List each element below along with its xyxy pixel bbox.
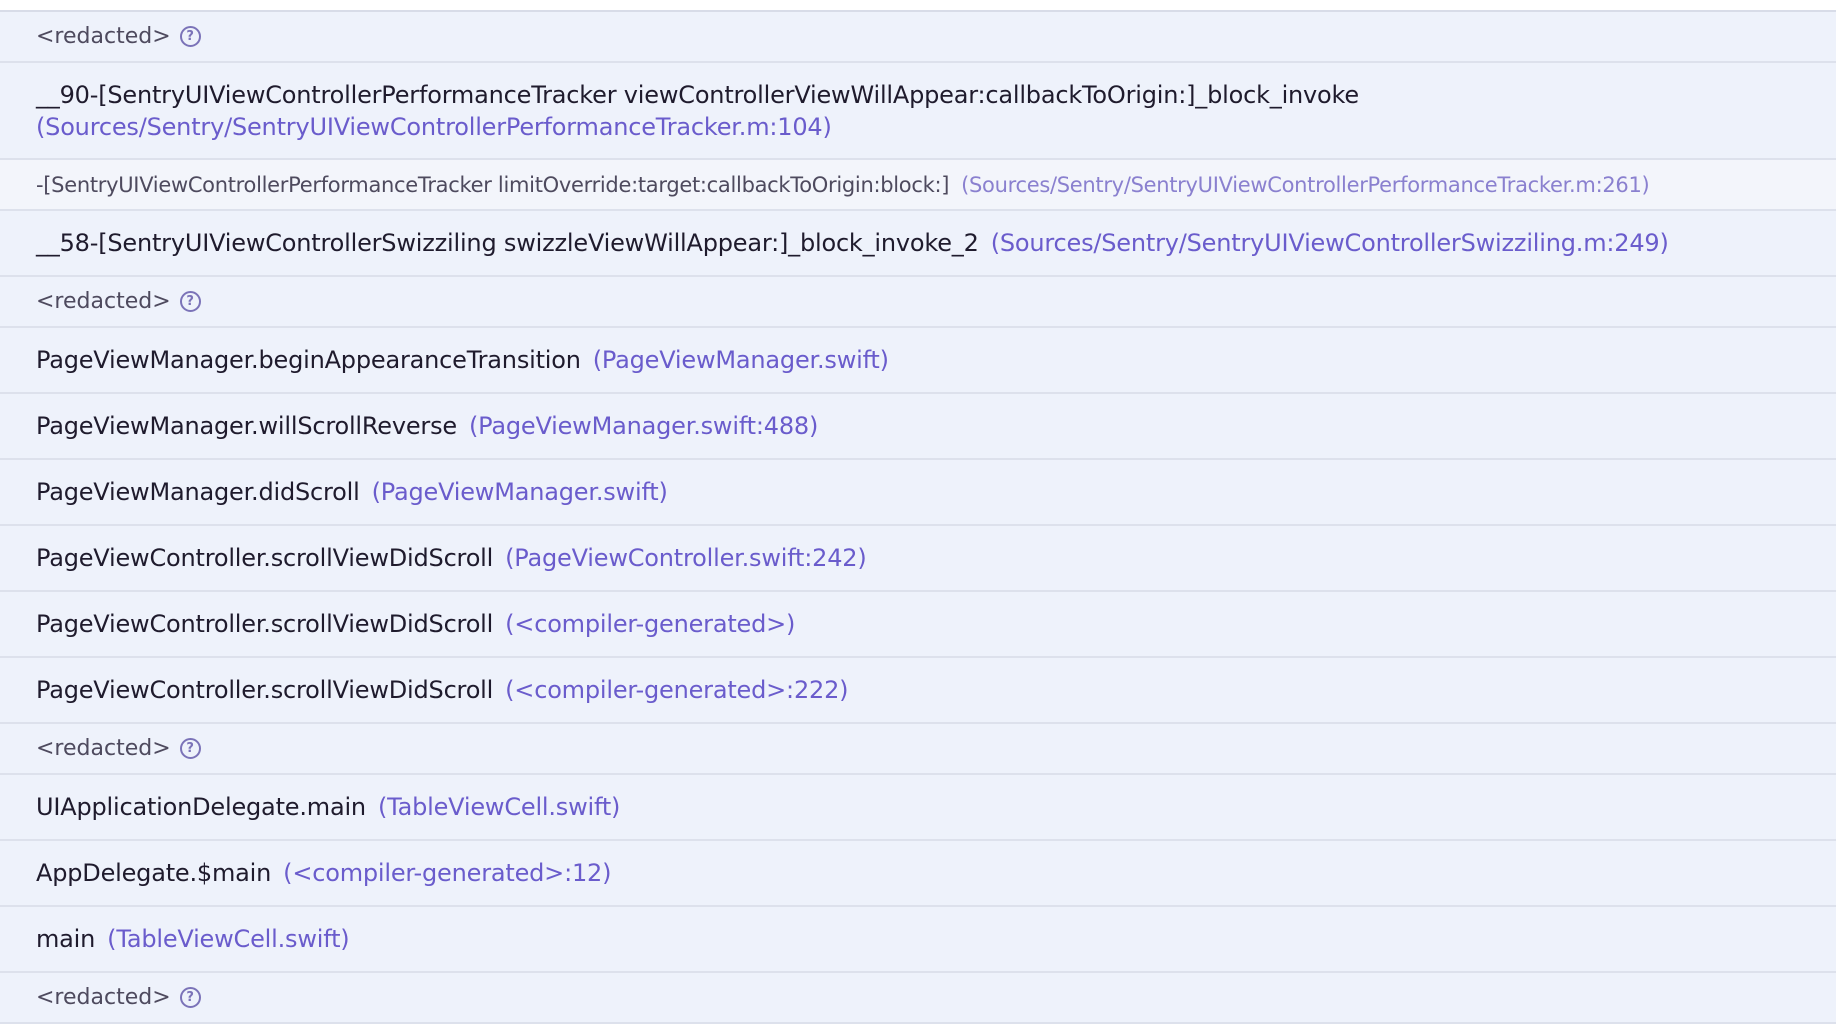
stack-frame[interactable]: PageViewManager.beginAppearanceTransitio… — [0, 328, 1836, 394]
stack-frame[interactable]: PageViewManager.didScroll (PageViewManag… — [0, 460, 1836, 526]
frame-function: main — [36, 925, 96, 953]
help-icon[interactable]: ? — [179, 291, 201, 312]
frame-function: PageViewController.scrollViewDidScroll — [36, 676, 494, 704]
frame-function: AppDelegate.$main — [36, 859, 272, 887]
stack-frame[interactable]: PageViewController.scrollViewDidScroll (… — [0, 592, 1836, 658]
stack-frame-redacted[interactable]: <redacted> ? — [0, 973, 1836, 1024]
help-icon[interactable]: ? — [179, 738, 201, 759]
stack-frame-redacted[interactable]: <redacted> ? — [0, 724, 1836, 775]
stack-frame[interactable]: main (TableViewCell.swift) — [0, 907, 1836, 973]
stack-frame-system[interactable]: -[SentryUIViewControllerPerformanceTrack… — [0, 160, 1836, 211]
stack-frame[interactable]: PageViewController.scrollViewDidScroll (… — [0, 658, 1836, 724]
frame-location: (Sources/Sentry/SentryUIViewControllerSw… — [990, 229, 1669, 257]
stack-trace-frames: <redacted> ? __90-[SentryUIViewControlle… — [0, 10, 1836, 1024]
frame-function: UIApplicationDelegate.main — [36, 793, 366, 821]
frame-function: PageViewController.scrollViewDidScroll — [36, 610, 494, 638]
frame-function: __58-[SentryUIViewControllerSwizziling s… — [36, 229, 979, 257]
frame-function: -[SentryUIViewControllerPerformanceTrack… — [36, 172, 950, 197]
frame-location: (PageViewManager.swift) — [371, 478, 668, 506]
frame-location: (Sources/Sentry/SentryUIViewControllerPe… — [961, 172, 1650, 197]
frame-location: (Sources/Sentry/SentryUIViewControllerPe… — [36, 112, 832, 141]
stack-frame[interactable]: PageViewController.scrollViewDidScroll (… — [0, 526, 1836, 592]
stack-frame[interactable]: __90-[SentryUIViewControllerPerformanceT… — [0, 63, 1836, 160]
frame-location: (PageViewController.swift:242) — [505, 544, 867, 572]
redacted-label: <redacted> — [36, 736, 171, 761]
frame-function: PageViewManager.beginAppearanceTransitio… — [36, 346, 581, 374]
help-icon[interactable]: ? — [179, 987, 201, 1008]
redacted-label: <redacted> — [36, 24, 171, 49]
frame-function: PageViewManager.didScroll — [36, 478, 360, 506]
frame-location: (PageViewManager.swift) — [592, 346, 889, 374]
frame-location: (TableViewCell.swift) — [377, 793, 621, 821]
stack-frame[interactable]: PageViewManager.willScrollReverse (PageV… — [0, 394, 1836, 460]
stack-frame-redacted[interactable]: <redacted> ? — [0, 12, 1836, 63]
help-icon[interactable]: ? — [179, 26, 201, 47]
frame-location: (<compiler-generated>) — [505, 610, 796, 638]
redacted-label: <redacted> — [36, 985, 171, 1010]
redacted-label: <redacted> — [36, 289, 171, 314]
frame-location: (PageViewManager.swift:488) — [468, 412, 819, 440]
frame-location: (<compiler-generated>:222) — [505, 676, 849, 704]
frame-location: (<compiler-generated>:12) — [283, 859, 612, 887]
stack-frame[interactable]: AppDelegate.$main (<compiler-generated>:… — [0, 841, 1836, 907]
stack-frame-redacted[interactable]: <redacted> ? — [0, 277, 1836, 328]
frame-function: PageViewController.scrollViewDidScroll — [36, 544, 494, 572]
frame-function: PageViewManager.willScrollReverse — [36, 412, 457, 440]
stack-frame[interactable]: __58-[SentryUIViewControllerSwizziling s… — [0, 211, 1836, 277]
frame-function: __90-[SentryUIViewControllerPerformanceT… — [36, 80, 1359, 109]
stack-frame[interactable]: UIApplicationDelegate.main (TableViewCel… — [0, 775, 1836, 841]
frame-location: (TableViewCell.swift) — [107, 925, 350, 953]
